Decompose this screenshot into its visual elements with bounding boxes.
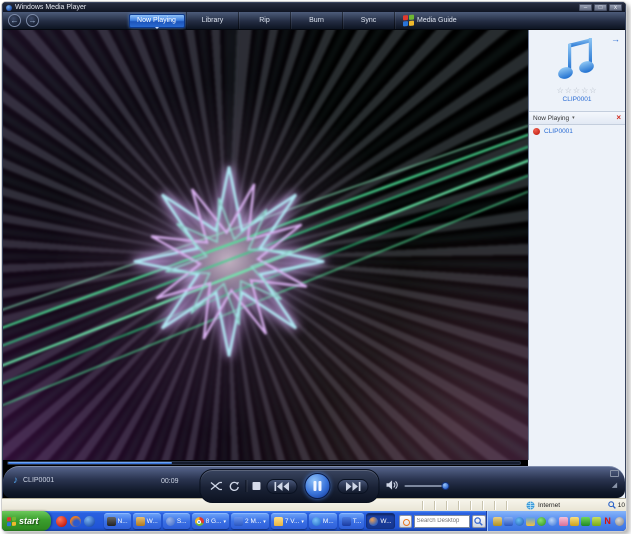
- task-button-wmp-active[interactable]: W...: [366, 513, 395, 529]
- item-status-icon: [533, 128, 540, 135]
- close-button[interactable]: x: [609, 4, 622, 11]
- stop-button[interactable]: [252, 482, 261, 490]
- globe-icon: [526, 500, 535, 510]
- playlist-header: Now Playing ▾ ×: [529, 112, 625, 125]
- window-title: Windows Media Player: [15, 4, 87, 11]
- firefox-icon[interactable]: [69, 515, 81, 527]
- playback-cluster: [199, 469, 380, 503]
- tab-library[interactable]: Library: [187, 12, 239, 29]
- speaker-icon[interactable]: [386, 477, 398, 495]
- rating-stars[interactable]: ☆☆☆☆☆: [529, 86, 625, 95]
- screenshot-border: Windows Media Player – □ x ← → Now Playi…: [1, 1, 627, 532]
- repeat-button[interactable]: [228, 481, 240, 492]
- transport-bar: ♪ CLIP0001 00:09 ◢: [3, 460, 625, 503]
- taskbar: start N... W... S... 8 G... ▾ 2 M... ▾ 7 V…: [2, 511, 626, 531]
- quick-launch-icon-1[interactable]: [55, 515, 67, 527]
- tray-icon-n[interactable]: N: [603, 516, 613, 526]
- system-tray: N: [485, 511, 626, 531]
- wmp-app-icon: [6, 4, 12, 11]
- title-bar: Windows Media Player – □ x: [3, 3, 625, 12]
- windows-logo-icon: [7, 516, 16, 526]
- tray-icon-8[interactable]: [569, 516, 579, 526]
- tab-bar: ← → Now Playing Library Rip Burn Sync Me…: [3, 12, 625, 30]
- music-note-icon: [558, 38, 594, 79]
- search-input[interactable]: [413, 514, 470, 528]
- start-button[interactable]: start: [2, 511, 51, 531]
- search-deskbar: [398, 514, 486, 528]
- volume-slider[interactable]: [404, 482, 450, 490]
- tray-icon-12[interactable]: [614, 516, 624, 526]
- tab-now-playing[interactable]: Now Playing: [128, 13, 185, 29]
- tray-icon-7[interactable]: [558, 516, 568, 526]
- divider: [245, 480, 247, 492]
- compact-mode-icon[interactable]: [610, 470, 619, 477]
- tab-sync[interactable]: Sync: [343, 12, 395, 29]
- current-track-label: CLIP0001: [23, 477, 55, 484]
- track-caption[interactable]: CLIP0001: [529, 96, 625, 103]
- task-button-8[interactable]: T...: [338, 513, 365, 529]
- search-go-button[interactable]: [471, 514, 486, 528]
- tab-burn[interactable]: Burn: [291, 12, 343, 29]
- tray-icon-2[interactable]: [503, 516, 513, 526]
- playlist-title[interactable]: Now Playing: [533, 115, 569, 122]
- desktop-search-icon[interactable]: [398, 514, 412, 528]
- minimize-button[interactable]: –: [579, 4, 592, 11]
- playlist-item[interactable]: CLIP0001: [529, 125, 625, 138]
- tab-media-guide[interactable]: Media Guide: [417, 17, 467, 24]
- go-arrow-icon[interactable]: →: [611, 34, 620, 44]
- tray-icon-1[interactable]: [492, 516, 502, 526]
- tray-icon-10[interactable]: [591, 516, 601, 526]
- resize-corner-icon[interactable]: ◢: [612, 482, 617, 489]
- next-button[interactable]: [337, 478, 369, 494]
- chevron-down-icon[interactable]: ▾: [572, 115, 575, 121]
- task-button-3[interactable]: S...: [162, 513, 190, 529]
- task-button-2[interactable]: W...: [132, 513, 161, 529]
- tray-icon-4[interactable]: [525, 516, 535, 526]
- tray-icon-9[interactable]: [580, 516, 590, 526]
- task-button-ie[interactable]: M...: [308, 513, 337, 529]
- tray-icon-5[interactable]: [536, 516, 546, 526]
- tray-icon-3[interactable]: [514, 516, 524, 526]
- zoom-magnifier-icon[interactable]: [608, 501, 616, 509]
- previous-button[interactable]: [266, 478, 298, 494]
- elapsed-time: 00:09: [161, 478, 179, 485]
- tab-rip[interactable]: Rip: [239, 12, 291, 29]
- visualization-pane[interactable]: [3, 30, 528, 460]
- wmp-window: Windows Media Player – □ x ← → Now Playi…: [2, 2, 626, 503]
- quick-launch: [51, 515, 100, 527]
- task-group-2[interactable]: 2 M... ▾: [231, 513, 269, 529]
- task-group-chrome[interactable]: 8 G... ▾: [191, 513, 230, 529]
- seek-bar[interactable]: [7, 461, 521, 465]
- status-zone-label: Internet: [538, 501, 561, 509]
- back-button[interactable]: ←: [8, 14, 21, 27]
- windows-logo-icon: [403, 14, 414, 27]
- pause-button[interactable]: [304, 473, 331, 499]
- playlist-empty-area: [529, 138, 625, 460]
- maximize-button[interactable]: □: [594, 4, 607, 11]
- close-list-icon[interactable]: ×: [616, 114, 621, 122]
- note-icon: ♪: [13, 475, 18, 486]
- visualization-scene: [3, 125, 528, 406]
- album-art-box: → ☆☆☆☆☆ CLIP0001: [529, 30, 625, 112]
- screenshot-frame: Windows Media Player – □ x ← → Now Playi…: [0, 0, 631, 534]
- tray-icon-6[interactable]: [547, 516, 557, 526]
- task-buttons: N... W... S... 8 G... ▾ 2 M... ▾ 7 V... ▾ M…: [103, 513, 395, 529]
- seek-progress: [8, 462, 172, 464]
- chevron-down-icon: [154, 27, 159, 29]
- forward-button[interactable]: →: [26, 14, 39, 27]
- quick-launch-icon-3[interactable]: [83, 515, 95, 527]
- task-button-1[interactable]: N...: [103, 513, 131, 529]
- task-group-folders[interactable]: 7 V... ▾: [270, 513, 307, 529]
- shuffle-button[interactable]: [210, 481, 222, 491]
- now-playing-sidebar: → ☆☆☆☆☆ CLIP0001 Now Playing ▾ × CLIP000…: [528, 30, 625, 460]
- zoom-level: 10: [617, 501, 625, 509]
